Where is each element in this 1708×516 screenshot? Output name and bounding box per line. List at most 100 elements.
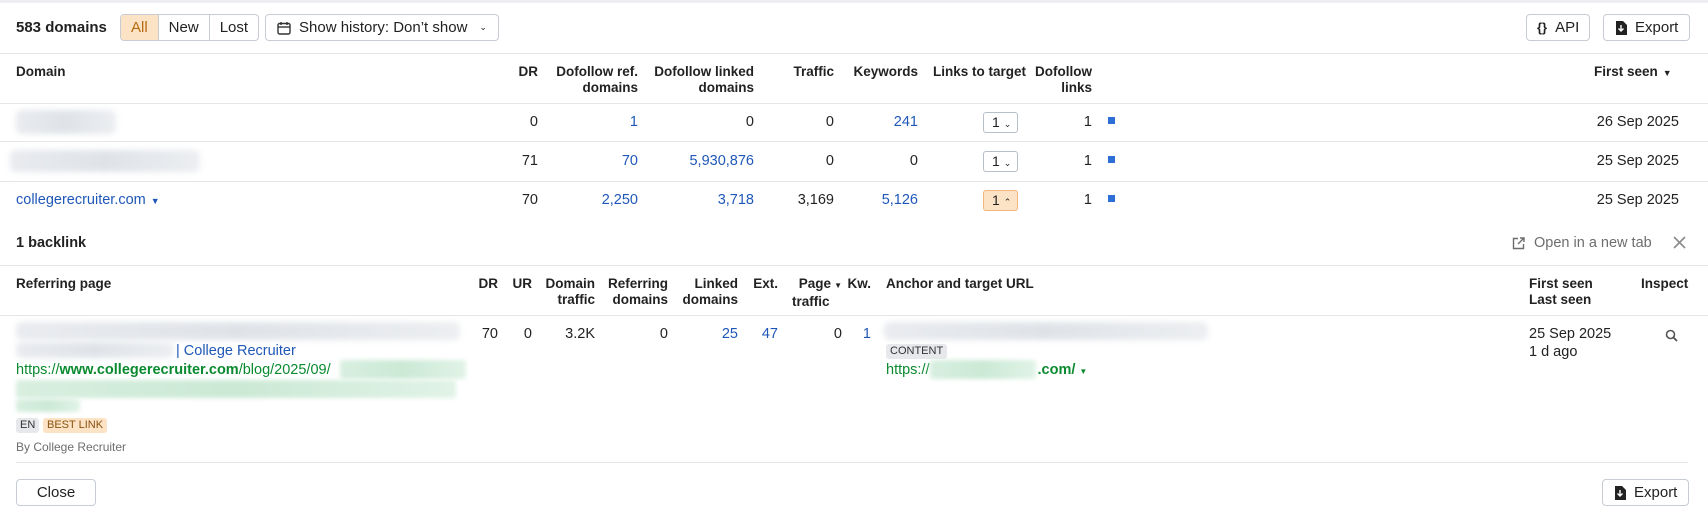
cell-traffic: 3,169: [797, 192, 834, 208]
cell-linked-domains-link[interactable]: 3,718: [648, 191, 754, 209]
open-new-tab-link[interactable]: Open in a new tab: [1512, 235, 1652, 251]
filter-lost-button[interactable]: Lost: [210, 15, 258, 40]
cell-dofollow-links: 1: [1083, 192, 1092, 208]
chevron-down-icon: ⌄: [1003, 158, 1012, 168]
cell-dofollow-links: 1: [1083, 153, 1092, 169]
search-icon[interactable]: [1665, 329, 1678, 342]
cell-linked-domains-link[interactable]: 5,930,876: [648, 152, 754, 170]
cell-ref-domains-link[interactable]: 1: [548, 113, 638, 131]
col-header-kw[interactable]: Kw.: [846, 276, 872, 292]
cell-dr: 0: [529, 114, 538, 130]
col-header-ur[interactable]: UR: [506, 276, 533, 292]
cell-keywords-link[interactable]: 241: [844, 113, 918, 131]
calendar-icon: [277, 21, 291, 35]
filter-segmented-control: All New Lost: [120, 14, 260, 41]
col-header-first-seen[interactable]: First seen ▼: [1594, 64, 1672, 81]
cell-ext-link[interactable]: 47: [746, 325, 778, 343]
links-to-target-dropdown[interactable]: 1 ⌄: [983, 112, 1018, 133]
link-type-marker: [1108, 156, 1115, 163]
divider: [16, 462, 1688, 463]
export-label: Export: [1635, 19, 1679, 36]
cell-kw-link[interactable]: 1: [846, 325, 871, 343]
blurred-url: [16, 380, 456, 398]
content-tag: CONTENT: [886, 344, 948, 359]
col-header-dr[interactable]: DR: [470, 276, 499, 292]
cell-keywords-link[interactable]: 5,126: [844, 191, 918, 209]
col-header-dr[interactable]: DR: [500, 64, 539, 80]
col-header-domain[interactable]: Domain: [16, 64, 66, 80]
cell-domain-traffic: 3.2K: [565, 326, 595, 342]
caret-down-icon: ▼: [1079, 367, 1088, 376]
filter-all-button[interactable]: All: [121, 15, 159, 40]
filter-new-button[interactable]: New: [159, 15, 210, 40]
blurred-url: [340, 360, 466, 379]
language-tag: EN: [16, 418, 40, 433]
col-header-anchor-target[interactable]: Anchor and target URL: [886, 276, 1034, 292]
col-header-domain-traffic[interactable]: Domain traffic: [540, 276, 595, 308]
cell-ref-domains-link[interactable]: 70: [548, 152, 638, 170]
col-header-traffic[interactable]: Traffic: [764, 64, 834, 80]
cell-dofollow-links: 1: [1083, 114, 1092, 130]
cell-traffic: 0: [825, 153, 834, 169]
blurred-url: [16, 399, 80, 412]
links-to-target-dropdown-open[interactable]: 1 ⌃: [983, 190, 1018, 211]
referring-page-title-link[interactable]: | College Recruiter: [176, 342, 296, 360]
blurred-page-title: [16, 342, 174, 358]
link-type-marker: [1108, 117, 1115, 124]
col-header-referring-domains[interactable]: Referring domains: [603, 276, 668, 308]
api-label: API: [1555, 19, 1580, 36]
author-text: By College Recruiter: [16, 440, 127, 454]
col-header-dofollow-links[interactable]: Dofollow links: [1030, 64, 1092, 96]
chevron-down-icon: ⌄: [1003, 119, 1012, 129]
col-header-ext[interactable]: Ext.: [746, 276, 778, 292]
export-button[interactable]: Export: [1603, 14, 1691, 41]
caret-down-icon: ▼: [150, 196, 160, 206]
col-header-dofollow-linked-domains[interactable]: Dofollow linked domains: [648, 64, 754, 96]
divider: [0, 53, 1708, 54]
export-file-icon: [1616, 20, 1627, 35]
divider: [0, 141, 1708, 142]
cell-ur: 0: [523, 326, 532, 342]
best-link-tag: BEST LINK: [43, 418, 108, 433]
referring-page-url-link[interactable]: https://www.collegerecruiter.com/blog/20…: [16, 361, 331, 379]
chevron-down-icon: ⌄: [479, 22, 487, 32]
cell-first-seen: 25 Sep 2025: [1596, 153, 1679, 169]
blurred-domain: [10, 150, 200, 172]
close-button[interactable]: Close: [16, 479, 96, 506]
show-history-dropdown[interactable]: Show history: Don’t show ⌄: [265, 14, 499, 41]
chevron-up-icon: ⌃: [1003, 197, 1012, 207]
cell-ref-domains-link[interactable]: 2,250: [548, 191, 638, 209]
col-header-dofollow-ref-domains[interactable]: Dofollow ref. domains: [548, 64, 638, 96]
blurred-page-title: [16, 322, 460, 340]
col-header-linked-domains[interactable]: Linked domains: [676, 276, 738, 308]
braces-icon: {}: [1537, 20, 1548, 35]
cell-first-seen: 25 Sep 2025: [1596, 192, 1679, 208]
sort-desc-icon: ▼: [1662, 68, 1672, 78]
col-header-first-last-seen[interactable]: First seen Last seen: [1529, 276, 1593, 308]
col-header-referring-page[interactable]: Referring page: [16, 276, 111, 292]
cell-dr: 71: [521, 153, 538, 169]
col-header-links-to-target[interactable]: Links to target: [933, 64, 1026, 80]
close-icon[interactable]: [1673, 236, 1686, 249]
blurred-domain: [16, 110, 116, 134]
export-file-icon: [1615, 485, 1626, 500]
domain-link[interactable]: collegerecruiter.com ▼: [16, 191, 160, 210]
cell-first-seen: 26 Sep 2025: [1596, 114, 1679, 130]
blurred-anchor-text: [884, 322, 1208, 340]
col-header-page-traffic[interactable]: Page ▼ traffic: [792, 276, 842, 310]
cell-linked-domains: 0: [745, 114, 754, 130]
cell-dr: 70: [521, 192, 538, 208]
external-link-icon: [1512, 236, 1525, 249]
cell-referring-domains: 0: [659, 326, 668, 342]
api-button[interactable]: {} API: [1526, 14, 1591, 41]
col-header-inspect: Inspect: [1641, 276, 1689, 291]
cell-linked-domains-link[interactable]: 25: [676, 325, 738, 343]
sort-desc-icon: ▼: [834, 281, 842, 290]
divider: [0, 265, 1708, 266]
links-to-target-dropdown[interactable]: 1 ⌄: [983, 151, 1018, 172]
backlinks-title: 1 backlink: [16, 235, 87, 251]
cell-page-traffic: 0: [833, 326, 842, 342]
export-backlinks-button[interactable]: Export: [1602, 479, 1690, 506]
col-header-keywords[interactable]: Keywords: [844, 64, 918, 80]
cell-last-seen: 1 d ago: [1529, 344, 1578, 360]
